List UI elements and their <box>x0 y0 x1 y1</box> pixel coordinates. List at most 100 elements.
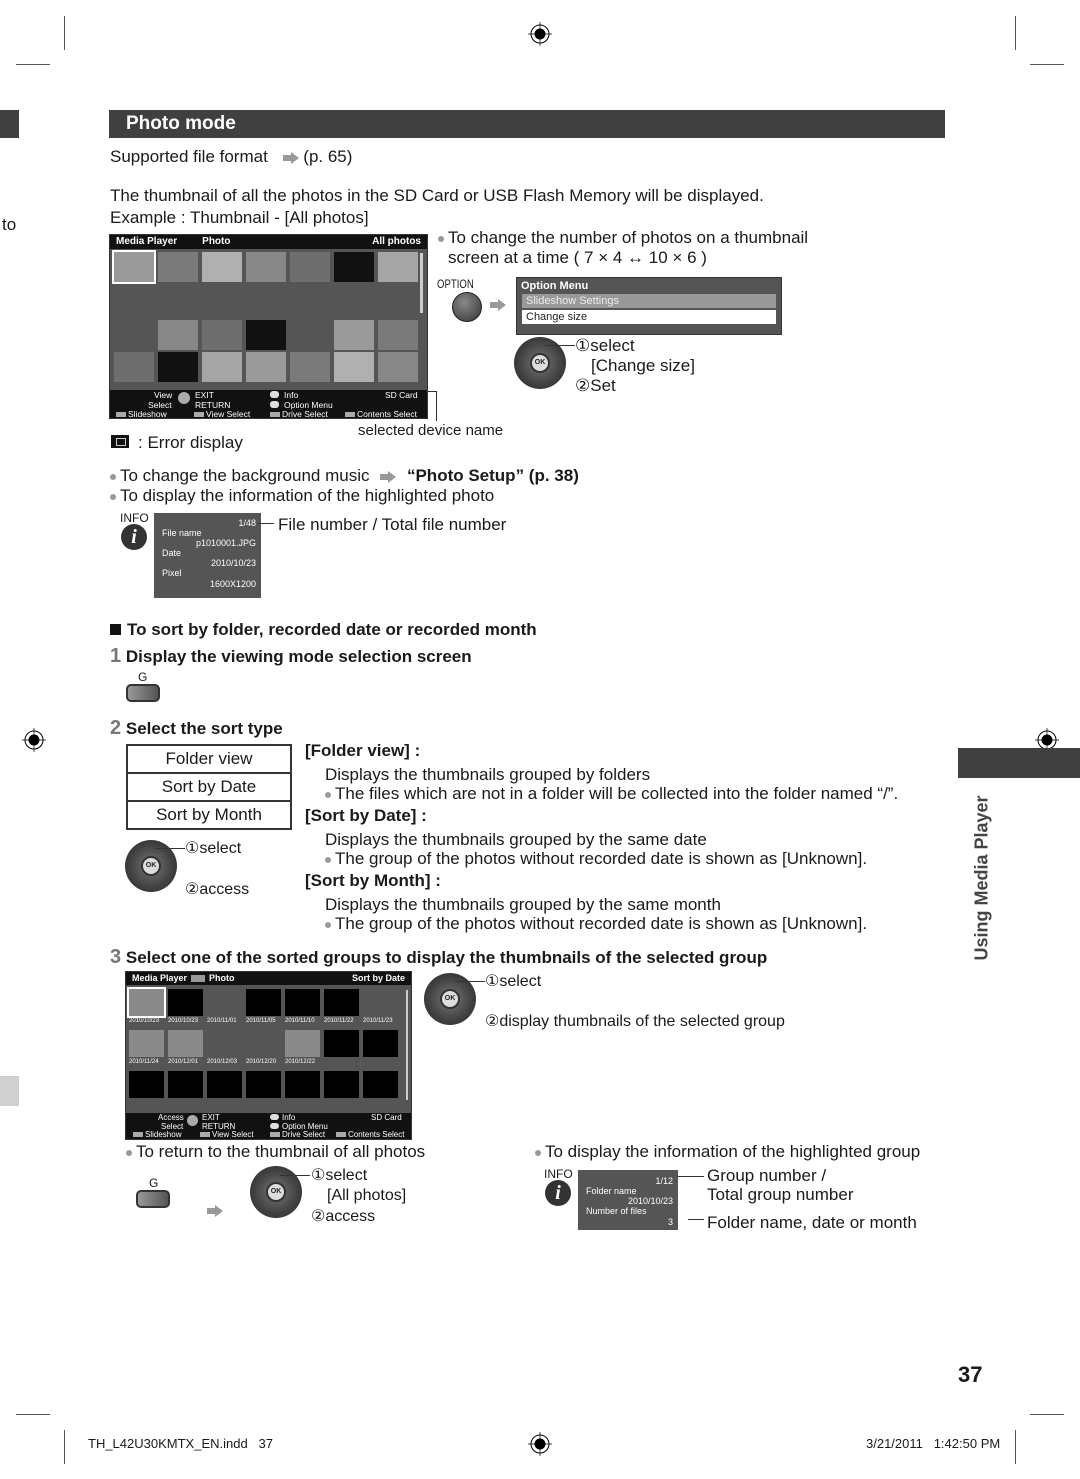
group-thumbnail[interactable] <box>285 989 320 1016</box>
green-button-icon <box>194 412 204 418</box>
group-thumbnail[interactable] <box>324 1030 359 1057</box>
photo-thumbnail[interactable] <box>246 320 286 350</box>
photo-thumbnail[interactable] <box>334 320 374 350</box>
arrow-right-icon <box>282 151 299 164</box>
photo-info-pixel-label: Pixel <box>162 568 182 578</box>
option-menu-item-slideshow-settings[interactable]: Slideshow Settings <box>522 294 776 308</box>
option-menu-title: Option Menu <box>521 280 589 292</box>
group-thumbnail[interactable] <box>129 1030 164 1057</box>
option-step2: ②Set <box>575 376 616 395</box>
option-menu-item-change-size[interactable]: Change size <box>522 310 776 324</box>
registration-mark-icon <box>22 728 46 752</box>
sort-option-sort-by-month[interactable]: Sort by Month <box>128 802 290 828</box>
photo-thumbnail[interactable] <box>246 352 286 382</box>
chapter-label-text: Using Media Player <box>971 795 992 961</box>
photo-thumbnail[interactable] <box>378 320 418 350</box>
arrow-right-icon <box>490 298 506 311</box>
g-button[interactable] <box>136 1190 170 1208</box>
group-thumbnail[interactable] <box>285 1030 320 1057</box>
group-date-label: 2010/10/23 <box>129 1018 160 1024</box>
photo-thumbnail[interactable] <box>378 352 418 382</box>
supported-format: Supported file format (p. 65) <box>110 147 352 167</box>
photo-thumbnail[interactable] <box>112 250 156 284</box>
photo-info-pixel: 1600X1200 <box>209 579 256 589</box>
left-margin-text: to <box>2 215 17 234</box>
footer-contents-select: Contents Select <box>336 1130 404 1139</box>
photo-setup-link[interactable]: “Photo Setup” (p. 38) <box>407 466 579 485</box>
photo-thumbnail[interactable] <box>114 352 154 382</box>
crop-mark <box>16 1414 50 1415</box>
callout-line <box>258 523 274 524</box>
photo-thumbnail[interactable] <box>202 252 242 282</box>
sort-option-sort-by-date[interactable]: Sort by Date <box>128 774 290 802</box>
scrollbar[interactable] <box>406 990 408 1100</box>
footer-device: SD Card <box>385 390 418 400</box>
group-thumbnail[interactable] <box>207 1071 242 1098</box>
callout-line <box>455 981 485 982</box>
group-thumbnail[interactable] <box>129 1071 164 1098</box>
left-page-tab <box>0 110 19 138</box>
bullet-icon <box>325 791 331 798</box>
ok-button-icon: OK <box>141 856 161 876</box>
group-thumbnail[interactable] <box>324 989 359 1016</box>
group-thumbnail[interactable] <box>127 987 166 1018</box>
ok-button-icon: OK <box>440 989 460 1009</box>
group-date-label: 2010/11/05 <box>246 1018 276 1024</box>
group-thumbnail[interactable] <box>168 1030 203 1057</box>
photo-thumbnail[interactable] <box>158 320 198 350</box>
crop-mark <box>16 64 50 65</box>
group-thumbnail[interactable] <box>246 989 281 1016</box>
option-button[interactable] <box>452 292 482 322</box>
group-thumbnail[interactable] <box>285 1071 320 1098</box>
blue-button-icon <box>336 1132 346 1138</box>
footer-exit: EXIT <box>195 390 214 400</box>
photo-thumbnail[interactable] <box>290 252 330 282</box>
description-note: The group of the photos without recorded… <box>325 849 867 869</box>
photo-thumbnail[interactable] <box>158 352 198 382</box>
g-button[interactable] <box>126 684 160 702</box>
photo-thumbnail[interactable] <box>158 252 198 282</box>
info-button-icon[interactable]: i <box>545 1180 571 1206</box>
group-thumbnail[interactable] <box>168 989 203 1016</box>
footer-device: SD Card <box>371 1113 402 1122</box>
step-text: Display the viewing mode selection scree… <box>125 647 472 666</box>
sort-heading: To sort by folder, recorded date or reco… <box>110 620 537 640</box>
chapter-tab <box>958 748 1080 778</box>
photo-thumbnail[interactable] <box>202 352 242 382</box>
intro-line1: The thumbnail of all the photos in the S… <box>110 186 764 205</box>
photo-thumbnail[interactable] <box>202 320 242 350</box>
group-thumbnail[interactable] <box>363 1030 398 1057</box>
group-thumbnail[interactable] <box>168 1071 203 1098</box>
group-callout-2: Folder name, date or month <box>707 1213 917 1232</box>
bullet-icon <box>126 1149 132 1156</box>
group-info-counter: 1/12 <box>655 1176 673 1186</box>
change-number-line2: screen at a time ( 7 × 4 ↔ 10 × 6 ) <box>448 248 707 267</box>
info-button-icon[interactable]: i <box>121 524 147 550</box>
scrollbar[interactable] <box>420 253 423 313</box>
g-button-label: G <box>149 1176 159 1190</box>
group-thumbnail[interactable] <box>363 1071 398 1098</box>
photo-thumbnail[interactable] <box>290 352 330 382</box>
page-number: 37 <box>958 1362 983 1387</box>
error-thumbnail[interactable] <box>334 252 374 282</box>
group-info-note: To display the information of the highli… <box>535 1142 920 1162</box>
step3-callout-select: ①select <box>485 973 542 990</box>
group-thumbnail[interactable] <box>246 1071 281 1098</box>
footer-file-name: TH_L42U30KMTX_EN.indd 37 <box>88 1436 273 1451</box>
info-button-icon <box>270 1114 279 1120</box>
supported-format-label: Supported file format <box>110 147 268 166</box>
group-date-label: 2010/12/20 <box>246 1059 277 1065</box>
screen-footer: View Select EXIT RETURN Info Option Menu… <box>110 390 427 419</box>
step-number: 2 <box>110 717 122 739</box>
supported-format-ref[interactable]: (p. 65) <box>303 147 352 166</box>
photo-thumbnail[interactable] <box>378 252 418 282</box>
description-title: [Sort by Month] : <box>305 871 441 890</box>
return-all-select: ①select <box>311 1167 368 1184</box>
sort-option-folder-view[interactable]: Folder view <box>128 746 290 774</box>
group-thumbnail[interactable] <box>324 1071 359 1098</box>
photo-thumbnail[interactable] <box>334 352 374 382</box>
change-number-text: To change the number of photos on a thum… <box>448 228 809 247</box>
bullet-icon <box>110 493 116 500</box>
group-info-folder: 2010/10/23 <box>627 1196 673 1206</box>
photo-thumbnail[interactable] <box>246 252 286 282</box>
